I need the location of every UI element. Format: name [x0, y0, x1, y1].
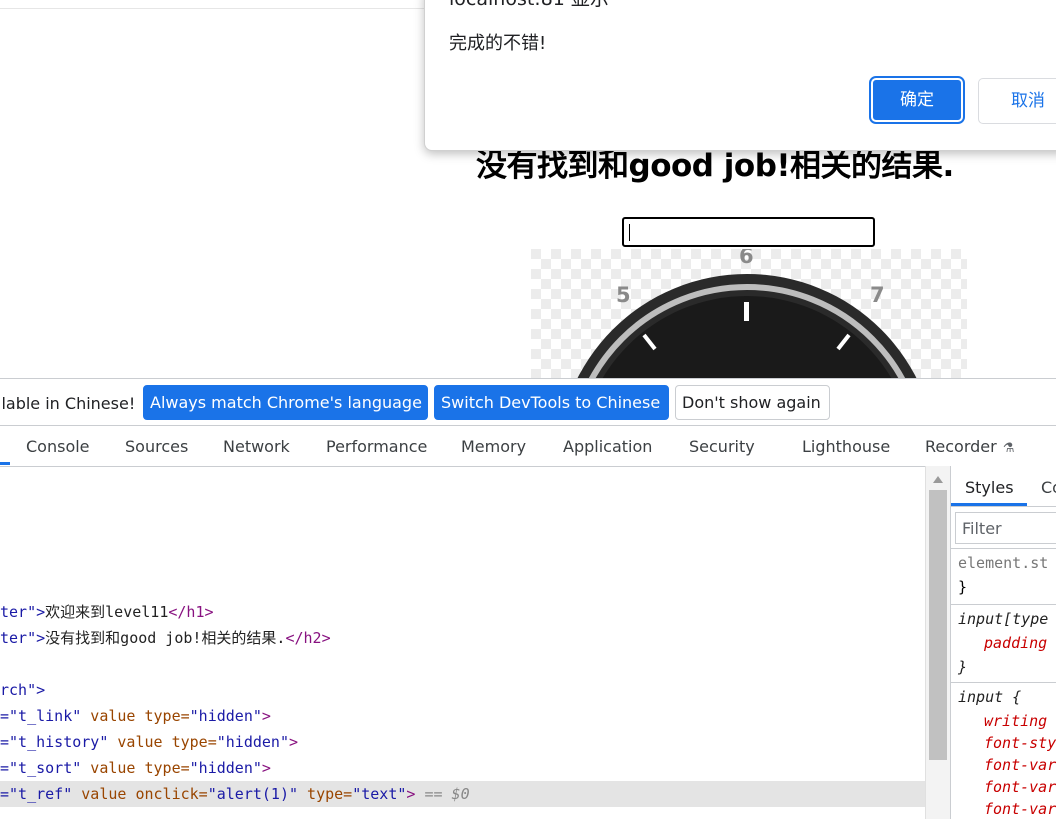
- clock-number-7: 7: [870, 283, 885, 307]
- tab-recorder[interactable]: Recorder ⚗: [925, 437, 1014, 456]
- tab-performance[interactable]: Performance: [326, 437, 427, 456]
- attr-type-value: "hidden": [189, 759, 262, 777]
- attr-onclick-value: "alert(1)": [207, 785, 299, 803]
- devtools-panel: ilable in Chinese! Always match Chrome's…: [0, 378, 1056, 819]
- alert-dialog: localhost:81 显示 完成的不错! 确定 取消: [424, 0, 1056, 151]
- rule-input-type-selector[interactable]: input[type: [958, 608, 1048, 630]
- alert-title: localhost:81 显示: [449, 0, 609, 9]
- tab-recorder-label: Recorder: [925, 437, 997, 456]
- rule-divider: [951, 548, 1056, 549]
- tab-sources[interactable]: Sources: [125, 437, 188, 456]
- dom-node-input-t-sort[interactable]: ="t_sort" value type="hidden">: [0, 755, 271, 781]
- style-property-padding[interactable]: padding: [984, 632, 1047, 654]
- h2-text: 没有找到和good job!相关的结果.: [45, 629, 286, 647]
- styles-filter-placeholder: Filter: [962, 519, 1002, 538]
- h1-close-tag: </h1>: [168, 603, 214, 621]
- alert-message: 完成的不错!: [449, 33, 547, 54]
- language-infobar: ilable in Chinese! Always match Chrome's…: [0, 379, 1056, 425]
- scroll-up-arrow-icon[interactable]: [933, 476, 943, 483]
- tag-end: >: [289, 733, 299, 751]
- search-input[interactable]: [622, 217, 875, 247]
- devtools-tabbar: Console Sources Network Performance Memo…: [0, 425, 1056, 467]
- style-property[interactable]: font-sty: [984, 732, 1056, 754]
- always-match-language-button[interactable]: Always match Chrome's language: [143, 385, 428, 420]
- rule-input-selector[interactable]: input {: [958, 686, 1021, 708]
- form-attr-tail: rch">: [0, 681, 46, 699]
- styles-tabbar: Styles Co: [951, 466, 1056, 507]
- h2-attr-tail: ter">: [0, 629, 46, 647]
- rule-close-brace: }: [958, 658, 968, 676]
- styles-tab-indicator: [951, 503, 1027, 506]
- rule-divider: [951, 682, 1056, 683]
- elements-scrollbar[interactable]: [925, 466, 950, 819]
- styles-filter-input[interactable]: Filter: [955, 512, 1056, 544]
- tag-end: >: [261, 759, 271, 777]
- attr-value: value: [108, 733, 163, 751]
- elements-tab-indicator: [0, 462, 10, 465]
- elements-tree: ter">欢迎来到level11</h1> ter">没有找到和good job…: [0, 466, 925, 819]
- scroll-thumb[interactable]: [929, 490, 947, 760]
- tab-lighthouse[interactable]: Lighthouse: [802, 437, 890, 456]
- attr-type-value: "hidden": [216, 733, 289, 751]
- flask-icon: ⚗: [1002, 441, 1015, 456]
- selected-node-marker: == $0: [415, 785, 470, 803]
- tab-styles[interactable]: Styles: [965, 478, 1014, 497]
- switch-devtools-chinese-button[interactable]: Switch DevTools to Chinese: [434, 385, 669, 420]
- attr-type-value: "hidden": [189, 707, 262, 725]
- attr-type: type=: [298, 785, 353, 803]
- alert-ok-button[interactable]: 确定: [869, 76, 965, 124]
- rule-element-style-selector[interactable]: element.st: [958, 552, 1048, 574]
- tab-network[interactable]: Network: [223, 437, 290, 456]
- attr-type: type=: [162, 733, 217, 751]
- tag-end: >: [261, 707, 271, 725]
- h1-attr-tail: ter">: [0, 603, 46, 621]
- text-caret: [629, 224, 630, 241]
- dom-node-form[interactable]: rch">: [0, 677, 45, 703]
- clock-number-6: 6: [739, 249, 754, 268]
- attr-value: value: [81, 759, 136, 777]
- tab-console[interactable]: Console: [26, 437, 90, 456]
- tab-computed[interactable]: Co: [1041, 478, 1056, 497]
- attr-type: type=: [135, 707, 190, 725]
- h2-close-tag: </h2>: [285, 629, 331, 647]
- dom-node-input-t-link[interactable]: ="t_link" value type="hidden">: [0, 703, 271, 729]
- rule-close-brace: }: [958, 578, 968, 596]
- attr-type: type=: [135, 759, 190, 777]
- dom-node-input-t-ref-selected[interactable]: ="t_ref" value onclick="alert(1)" type="…: [0, 781, 925, 807]
- rule-divider: [951, 604, 1056, 605]
- clock-image: 5 6 7: [531, 249, 967, 378]
- language-infobar-text: ilable in Chinese!: [0, 394, 136, 413]
- attr-name-value: ="t_history": [0, 733, 109, 751]
- clock-graphic: 5 6 7: [531, 249, 967, 378]
- dom-node-h2[interactable]: ter">没有找到和good job!相关的结果.</h2>: [0, 625, 331, 651]
- style-property[interactable]: font-var: [984, 798, 1056, 819]
- tab-memory[interactable]: Memory: [461, 437, 526, 456]
- h1-text: 欢迎来到level11: [45, 603, 169, 621]
- dom-node-input-t-history[interactable]: ="t_history" value type="hidden">: [0, 729, 298, 755]
- attr-name-value: ="t_link": [0, 707, 82, 725]
- dont-show-again-button[interactable]: Don't show again: [675, 385, 830, 420]
- attr-onclick: onclick=: [126, 785, 208, 803]
- attr-type-value: "text": [352, 785, 407, 803]
- attr-name-value: ="t_sort": [0, 759, 82, 777]
- alert-cancel-button[interactable]: 取消: [978, 78, 1056, 124]
- style-property[interactable]: font-var: [984, 776, 1056, 798]
- tab-application[interactable]: Application: [563, 437, 652, 456]
- attr-value: value: [72, 785, 127, 803]
- styles-pane: Styles Co Filter element.st } input[type…: [950, 466, 1056, 819]
- attr-value: value: [81, 707, 136, 725]
- style-property[interactable]: font-var: [984, 754, 1056, 776]
- clock-number-5: 5: [616, 283, 631, 307]
- dom-node-h1[interactable]: ter">欢迎来到level11</h1>: [0, 599, 214, 625]
- tab-security[interactable]: Security: [689, 437, 755, 456]
- tick-12: [744, 302, 749, 321]
- style-property[interactable]: writing: [984, 710, 1047, 732]
- attr-name-value: ="t_ref": [0, 785, 73, 803]
- top-divider: [0, 8, 425, 9]
